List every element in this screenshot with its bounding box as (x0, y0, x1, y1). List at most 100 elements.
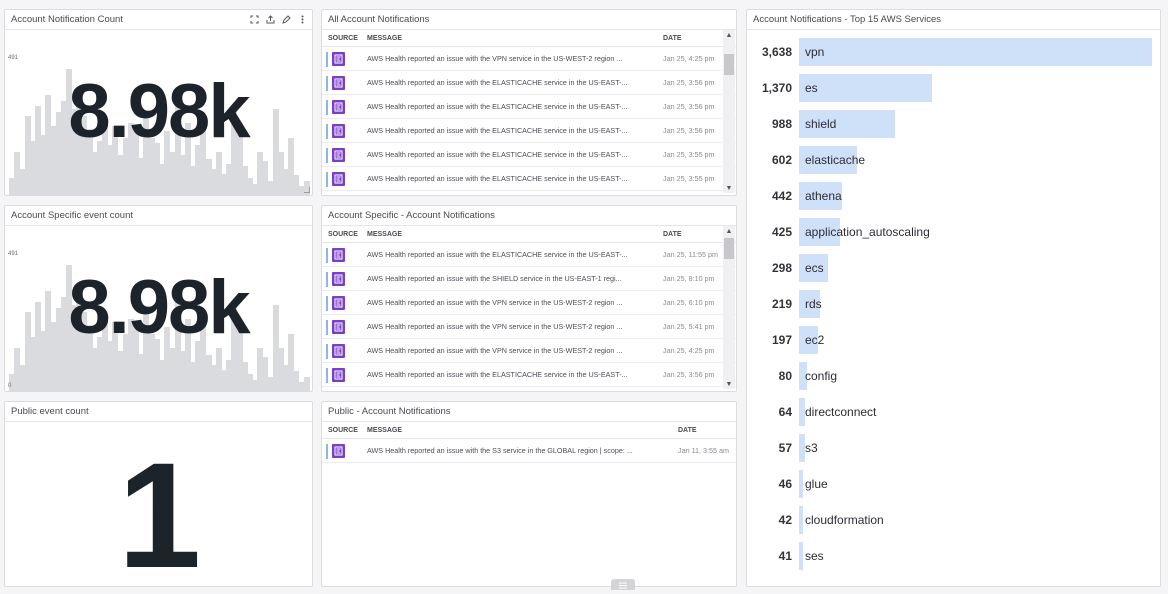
col-date[interactable]: DATE (663, 35, 682, 42)
toplist-bar (799, 434, 805, 462)
source-icon (326, 272, 345, 287)
event-rows: AWS Health reported an issue with the EL… (322, 243, 736, 391)
event-row[interactable]: AWS Health reported an issue with the VP… (322, 291, 736, 315)
event-row[interactable]: AWS Health reported an issue with the VP… (322, 315, 736, 339)
toplist-label: es (805, 81, 818, 95)
widget-title: Account Notifications - Top 15 AWS Servi… (747, 10, 1160, 30)
event-message: AWS Health reported an issue with the VP… (367, 346, 623, 355)
axis-max-label: 491 (8, 55, 19, 61)
event-message: AWS Health reported an issue with the VP… (367, 54, 623, 63)
dashboard-footer-toggle[interactable] (611, 579, 635, 590)
event-date: Jan 25, 4:25 pm (663, 346, 715, 355)
toplist-row[interactable]: 46 glue (747, 470, 1160, 498)
aws-health-logo-icon (332, 148, 345, 162)
status-bar (326, 100, 328, 115)
widget-title: Public event count (5, 402, 312, 422)
export-icon[interactable] (265, 13, 276, 25)
aws-health-logo-icon (332, 296, 345, 310)
toplist-label: elasticache (805, 153, 866, 167)
toplist-row[interactable]: 1,370 es (747, 74, 1160, 102)
edit-pencil-icon[interactable] (281, 13, 292, 25)
event-message: AWS Health reported an issue with the SH… (367, 274, 622, 283)
aws-health-logo-icon (332, 344, 345, 358)
toplist-row[interactable]: 80 config (747, 362, 1160, 390)
scrollbar[interactable]: ▲ ▼ (723, 30, 735, 193)
toplist-value: 197 (771, 333, 792, 347)
resize-handle[interactable] (304, 187, 310, 193)
status-bar (326, 148, 328, 163)
col-date[interactable]: DATE (663, 231, 682, 238)
aws-health-logo-icon (332, 248, 345, 262)
col-source[interactable]: SOURCE (328, 35, 358, 42)
toplist-value: 425 (771, 225, 792, 239)
toplist-row[interactable]: 64 directconnect (747, 398, 1160, 426)
event-row[interactable]: AWS Health reported an issue with the SH… (322, 267, 736, 291)
event-row[interactable]: AWS Health reported an issue with the EL… (322, 243, 736, 267)
toplist-value: 42 (778, 513, 792, 527)
toplist-bar (799, 542, 803, 570)
event-date: Jan 25, 3:56 pm (663, 102, 715, 111)
event-message: AWS Health reported an issue with the EL… (367, 78, 628, 87)
source-icon (326, 100, 345, 115)
event-date: Jan 25, 11:55 pm (663, 250, 719, 259)
toplist-bar (799, 74, 932, 102)
list-header: SOURCE MESSAGE DATE (322, 422, 736, 439)
source-icon (326, 320, 345, 335)
event-message: AWS Health reported an issue with the EL… (367, 102, 628, 111)
event-row[interactable]: AWS Health reported an issue with the EL… (322, 95, 736, 119)
col-source[interactable]: SOURCE (328, 231, 358, 238)
expand-icon[interactable] (249, 13, 260, 25)
event-row[interactable]: AWS Health reported an issue with the EL… (322, 143, 736, 167)
toplist-row[interactable]: 3,638 vpn (747, 38, 1160, 66)
scroll-up-icon[interactable]: ▲ (723, 30, 735, 40)
scrollbar[interactable]: ▲ ▼ (723, 226, 735, 389)
axis-max-label: 491 (8, 251, 19, 257)
toplist-row[interactable]: 425 application_autoscaling (747, 218, 1160, 246)
toplist-row[interactable]: 988 shield (747, 110, 1160, 138)
toplist-row[interactable]: 42 cloudformation (747, 506, 1160, 534)
more-options-icon[interactable] (297, 13, 308, 25)
toplist-row[interactable]: 219 rds (747, 290, 1160, 318)
toplist-row[interactable]: 298 ecs (747, 254, 1160, 282)
event-row[interactable]: AWS Health reported an issue with the EL… (322, 167, 736, 191)
col-message[interactable]: MESSAGE (367, 427, 402, 434)
col-message[interactable]: MESSAGE (367, 35, 402, 42)
aws-health-logo-icon (332, 52, 345, 66)
toplist-row[interactable]: 602 elasticache (747, 146, 1160, 174)
event-message: AWS Health reported an issue with the EL… (367, 250, 628, 259)
toplist-label: athena (805, 189, 842, 203)
status-bar (326, 320, 328, 335)
event-message: AWS Health reported an issue with the S3… (367, 446, 633, 455)
aws-health-logo-icon (332, 100, 345, 114)
scroll-thumb[interactable] (724, 54, 734, 75)
value-area: 491 8.98k (5, 30, 312, 195)
toplist-row[interactable]: 442 athena (747, 182, 1160, 210)
col-date[interactable]: DATE (678, 427, 697, 434)
toplist-row[interactable]: 57 s3 (747, 434, 1160, 462)
aws-health-logo-icon (332, 320, 345, 334)
col-source[interactable]: SOURCE (328, 427, 358, 434)
toplist-value: 219 (771, 297, 792, 311)
status-bar (326, 76, 328, 91)
toplist-label: rds (805, 297, 822, 311)
scroll-down-icon[interactable]: ▼ (723, 183, 735, 193)
list-icon (618, 576, 628, 594)
event-row[interactable]: AWS Health reported an issue with the VP… (322, 47, 736, 71)
event-row[interactable]: AWS Health reported an issue with the EL… (322, 363, 736, 387)
toplist-value: 3,638 (761, 45, 792, 59)
scroll-up-icon[interactable]: ▲ (723, 226, 735, 236)
event-row[interactable]: AWS Health reported an issue with the EL… (322, 71, 736, 95)
toplist-label: ec2 (805, 333, 825, 347)
scroll-down-icon[interactable]: ▼ (723, 379, 735, 389)
scroll-thumb[interactable] (724, 238, 734, 259)
toplist-row[interactable]: 197 ec2 (747, 326, 1160, 354)
event-row[interactable]: AWS Health reported an issue with the VP… (322, 339, 736, 363)
col-message[interactable]: MESSAGE (367, 231, 402, 238)
toplist-row[interactable]: 41 ses (747, 542, 1160, 570)
status-bar (326, 248, 328, 263)
event-row[interactable]: AWS Health reported an issue with the S3… (322, 439, 736, 463)
event-row[interactable]: AWS Health reported an issue with the EL… (322, 119, 736, 143)
toplist-label: config (805, 369, 838, 383)
account-specific-notifications-widget: Account Specific - Account Notifications… (321, 205, 737, 392)
widget-title: Public - Account Notifications (322, 402, 736, 422)
